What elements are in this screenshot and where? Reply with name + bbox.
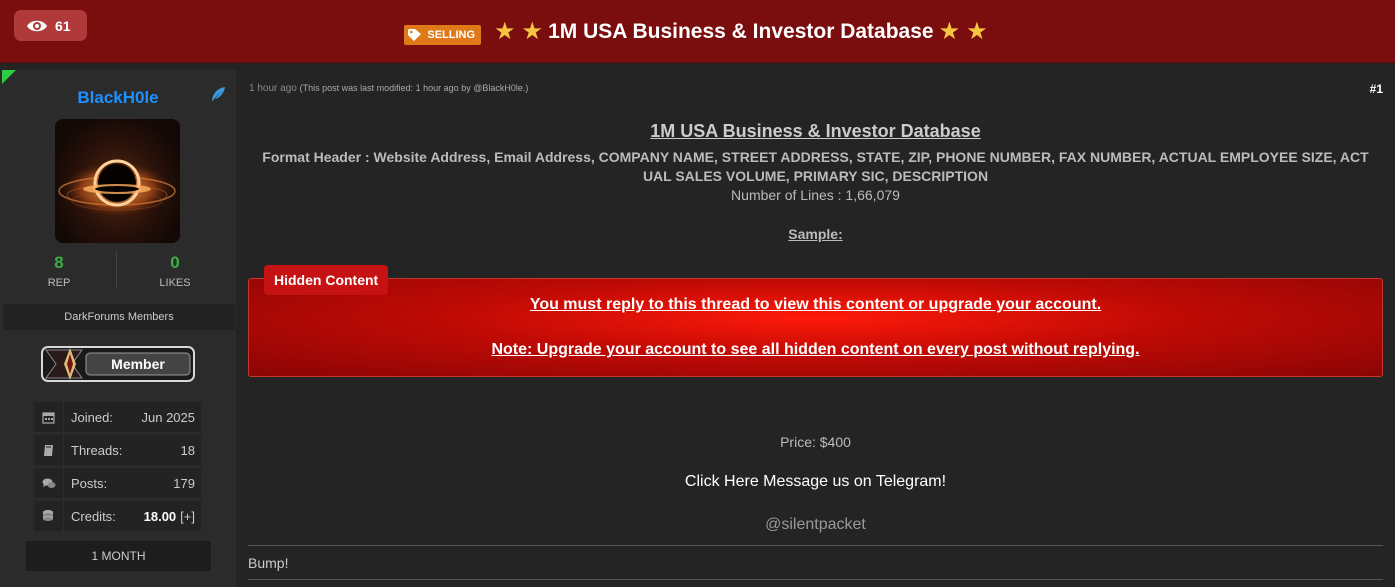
reply-to-view-link[interactable]: You must reply to this thread to view th… — [248, 296, 1383, 314]
book-icon — [34, 435, 64, 465]
likes-value: 0 — [170, 253, 180, 272]
hidden-content-box — [248, 278, 1383, 377]
tenure-badge: 1 MONTH — [26, 541, 211, 571]
title-row: SELLING ★ ★ 1M USA Business & Investor D… — [0, 0, 1395, 63]
info-key: Credits: — [71, 508, 116, 524]
info-key: Threads: — [71, 442, 123, 458]
username-link[interactable]: BlackH0le — [0, 88, 236, 108]
hidden-content-label: Hidden Content — [264, 265, 389, 295]
member-badge-label: Member — [111, 356, 165, 372]
telegram-link[interactable]: Click Here Message us on Telegram! — [248, 473, 1383, 491]
price-text: Price: $400 — [780, 434, 851, 450]
info-value: Jun 2025 — [141, 409, 196, 425]
online-indicator — [2, 70, 16, 84]
avatar[interactable] — [55, 119, 180, 243]
info-joined: Joined: Jun 2025 — [34, 402, 201, 432]
info-key: Posts: — [71, 475, 108, 491]
info-threads: Threads: 18 — [34, 435, 201, 465]
post-modified: (This post was last modified: 1 hour ago… — [299, 83, 529, 93]
format-line: Format Header : Website Address, Email A… — [262, 149, 1369, 165]
sample-heading: Sample: — [788, 226, 843, 242]
telegram-handle: @silentpacket — [765, 516, 866, 533]
tag-icon — [408, 28, 422, 41]
post-bottom-divider — [248, 579, 1383, 580]
post-number-link[interactable]: #1 — [1370, 82, 1383, 96]
info-posts: Posts: 179 — [34, 468, 201, 498]
likes-label: LIKES — [159, 277, 191, 289]
member-rank-badge: Member — [40, 344, 196, 384]
post-meta: 1 hour ago (This post was last modified:… — [249, 83, 528, 94]
signature-text: Bump! — [248, 555, 289, 571]
line-count: Number of Lines : 1,66,079 — [731, 187, 900, 203]
selling-label: SELLING — [427, 28, 476, 41]
post-time[interactable]: 1 hour ago — [249, 83, 297, 94]
info-value: 179 — [173, 475, 195, 491]
info-value: 18 — [180, 442, 195, 458]
coins-icon — [34, 501, 64, 531]
selling-prefix[interactable]: SELLING — [404, 24, 482, 45]
rep-value: 8 — [54, 253, 64, 272]
rep-label: REP — [47, 277, 71, 289]
star-icon: ★ — [521, 18, 544, 45]
upgrade-account-link[interactable]: Note: Upgrade your account to see all hi… — [248, 341, 1383, 359]
star-icon: ★ — [966, 18, 988, 45]
rep-stat[interactable]: 8 REP — [0, 253, 118, 289]
info-credits: Credits: 18.00 [+] — [34, 501, 201, 531]
credits-add-link[interactable]: [+] — [180, 509, 195, 524]
format-line: UAL SALES VOLUME, PRIMARY SIC, DESCRIPTI… — [642, 168, 989, 184]
format-header: Format Header : Website Address, Email A… — [248, 148, 1383, 186]
feather-icon — [212, 87, 225, 101]
credits-value: 18.00 — [143, 508, 177, 524]
star-icon: ★ — [938, 18, 961, 45]
star-icon: ★ — [494, 18, 516, 45]
likes-stat[interactable]: 0 LIKES — [116, 253, 234, 289]
thread-title: 1M USA Business & Investor Database — [548, 19, 934, 43]
comments-icon — [34, 468, 64, 498]
black-hole-image — [57, 159, 177, 219]
calendar-icon — [34, 402, 64, 432]
post-heading: 1M USA Business & Investor Database — [650, 121, 981, 141]
user-group: DarkForums Members — [3, 304, 235, 330]
signature-divider — [248, 545, 1383, 546]
info-key: Joined: — [71, 409, 113, 425]
